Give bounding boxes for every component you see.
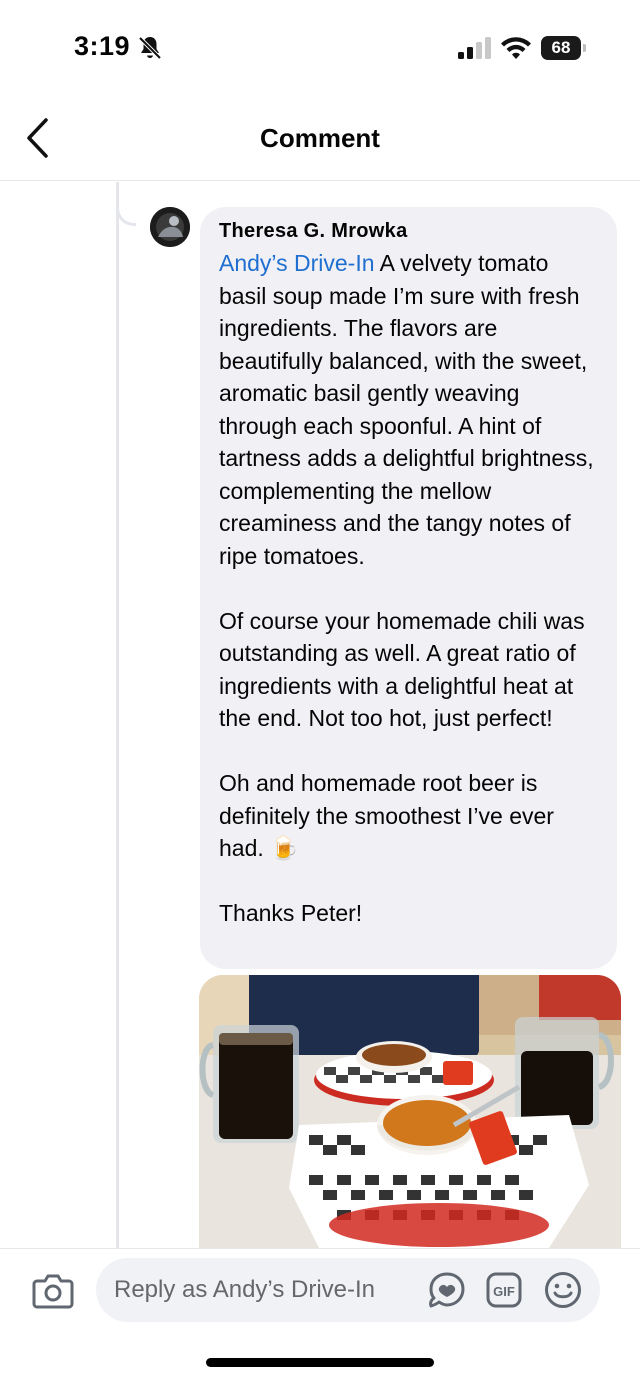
thread-line: [116, 182, 119, 1248]
status-bar: 3:19 68: [0, 0, 640, 95]
avatar[interactable]: [150, 207, 190, 247]
avatar-sticker-icon[interactable]: [427, 1271, 467, 1309]
comment-author[interactable]: Theresa G. Mrowka: [219, 219, 597, 243]
bell-slash-icon: [138, 36, 162, 60]
header: Comment: [0, 95, 640, 181]
gif-icon[interactable]: GIF: [486, 1272, 522, 1308]
reply-field[interactable]: GIF: [96, 1258, 600, 1322]
comment-body: A velvety tomato basil soup made I’m sur…: [219, 250, 594, 926]
avatar-image: [150, 207, 190, 247]
emoji-icon[interactable]: [544, 1271, 582, 1309]
food-photo-image: [199, 975, 621, 1248]
wifi-icon: [501, 37, 531, 59]
thread-connector: [116, 182, 136, 226]
battery-icon: 68: [541, 36, 587, 60]
status-time: 3:19: [74, 31, 131, 61]
comment-photo[interactable]: [199, 975, 621, 1248]
page-title: Comment: [260, 123, 380, 153]
svg-text:GIF: GIF: [493, 1284, 515, 1299]
comment-text: Andy’s Drive-In A velvety tomato basil s…: [219, 247, 597, 930]
comment-bubble[interactable]: Theresa G. Mrowka Andy’s Drive-In A velv…: [200, 207, 617, 969]
cellular-signal-icon: [458, 37, 491, 59]
home-indicator: [206, 1358, 434, 1367]
mention-link[interactable]: Andy’s Drive-In: [219, 250, 375, 276]
camera-icon[interactable]: [32, 1272, 74, 1310]
reply-input[interactable]: [114, 1258, 414, 1322]
reply-bar: GIF: [0, 1248, 640, 1387]
battery-level-text: 68: [551, 38, 571, 57]
